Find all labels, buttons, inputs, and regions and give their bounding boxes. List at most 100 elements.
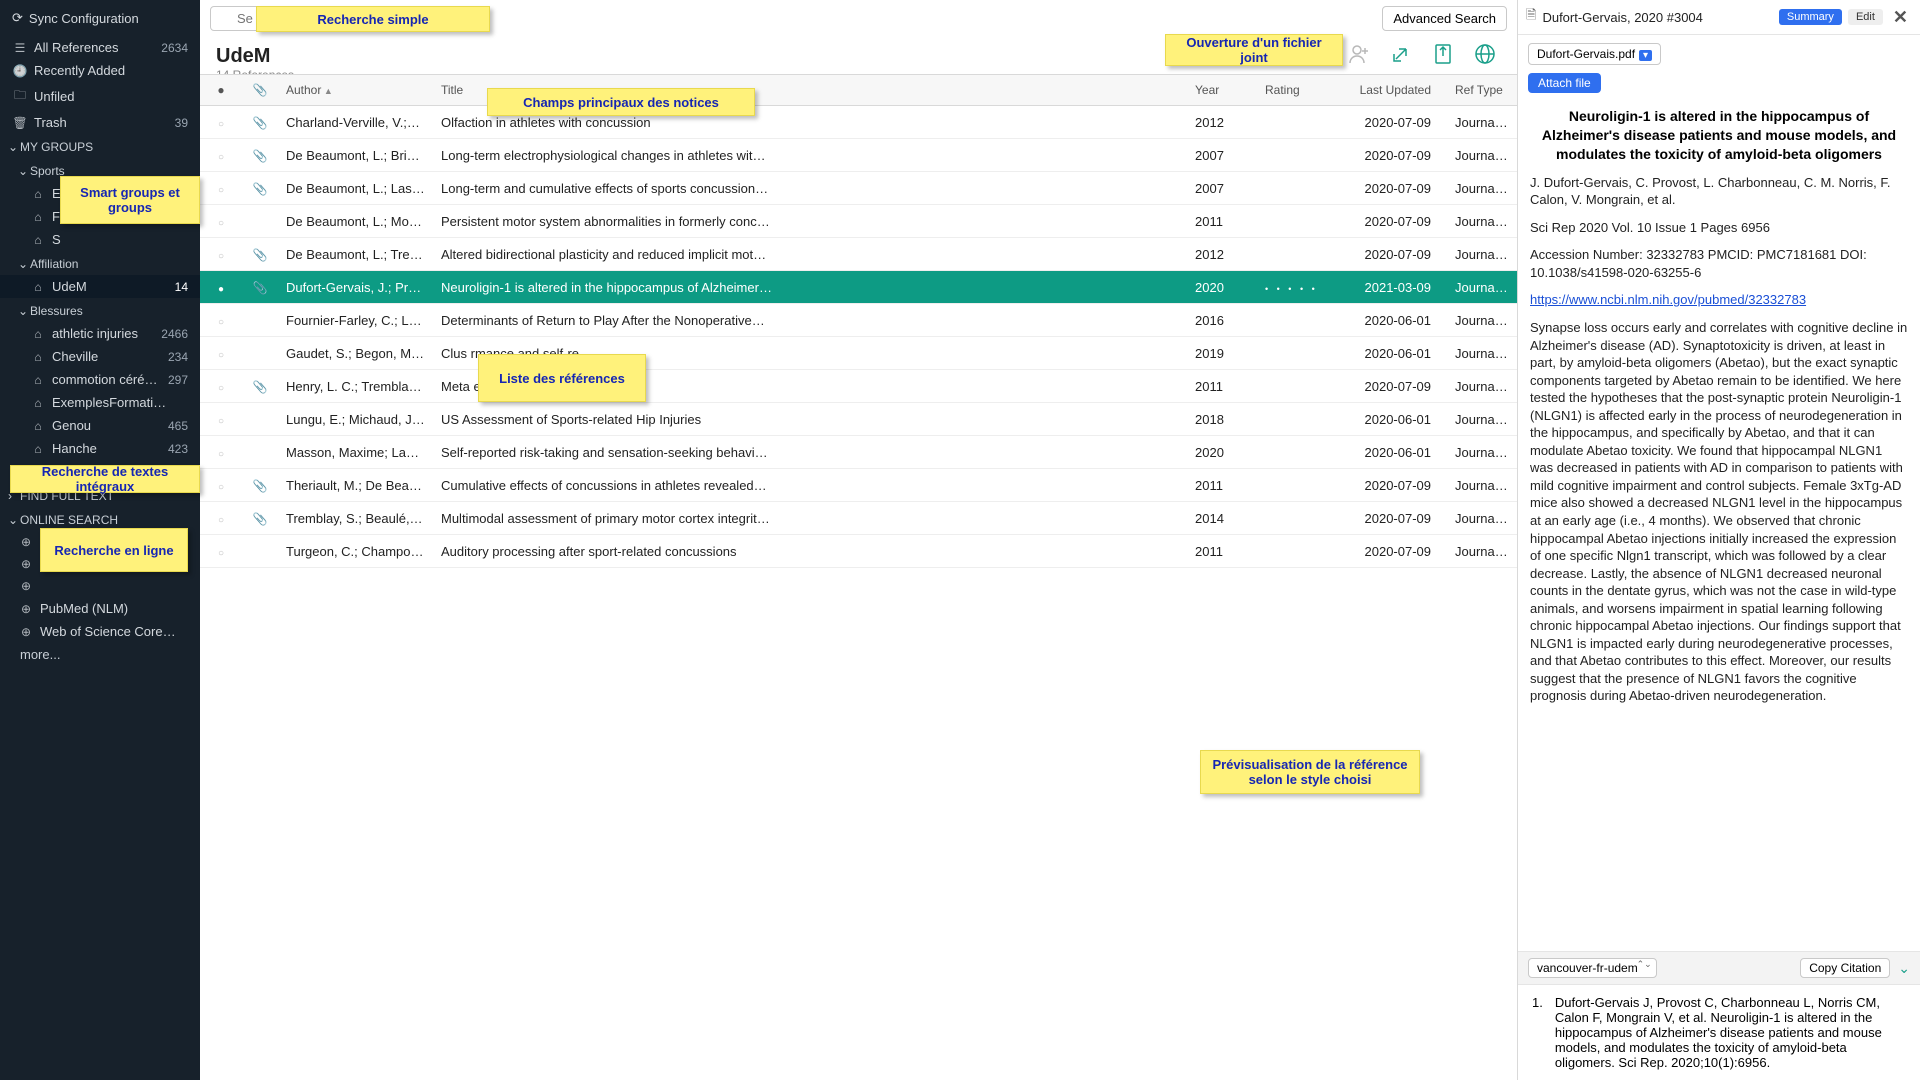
group-icon: ⌂ [30,327,46,341]
table-row[interactable]: Masson, Maxime; Lam…Self-reported risk-t… [200,436,1517,469]
table-row[interactable]: 📎De Beaumont, L.; Bris…Long-term electro… [200,139,1517,172]
all-references-label: All References [34,40,161,55]
table-row[interactable]: Gaudet, S.; Begon, M.;…Clus rmance and s… [200,337,1517,370]
blessures-item[interactable]: ⌂Hanche423 [0,437,200,460]
blessures-item[interactable]: ⌂Genou465 [0,414,200,437]
row-type: Journal A [1447,536,1517,567]
group-icon: ⌂ [30,373,46,387]
sports-child-3[interactable]: ⌂S [0,228,200,251]
row-rating [1257,510,1337,526]
row-updated: 2020-06-01 [1337,404,1447,435]
col-year[interactable]: Year [1187,75,1257,105]
unfiled[interactable]: 🗀Unfiled [0,82,200,111]
col-status[interactable]: ● [200,75,242,105]
row-year: 2011 [1187,371,1257,402]
callout-preview: Prévisualisation de la référence selon l… [1200,750,1420,794]
table-row[interactable]: 📎De Beaumont, L.; Lass…Long-term and cum… [200,172,1517,205]
item-count: 423 [168,442,188,456]
citation-style-dropdown[interactable]: vancouver-fr-udem [1528,958,1657,978]
col-type[interactable]: Ref Type [1447,75,1517,105]
blessures-group[interactable]: ⌄Blessures [0,298,200,322]
row-author: De Beaumont, L.; Bris… [278,140,433,171]
row-status [200,371,242,402]
row-updated: 2020-07-09 [1337,107,1447,138]
online-wos[interactable]: ⊕Web of Science Core… [0,620,200,643]
row-attachment [242,213,278,229]
online-pubmed[interactable]: ⊕PubMed (NLM) [0,597,200,620]
pdf-dropdown-icon[interactable]: ▾ [1639,50,1652,61]
table-row[interactable]: De Beaumont, L.; Mon…Persistent motor sy… [200,205,1517,238]
blessures-label: Blessures [30,304,83,318]
export-icon[interactable] [1429,40,1457,68]
citation-text: Dufort-Gervais J, Provost C, Charbonneau… [1555,995,1906,1070]
row-attachment: 📎 [242,140,278,171]
row-updated: 2020-07-09 [1337,371,1447,402]
blessures-item[interactable]: ⌂commotion céré…297 [0,368,200,391]
pdf-attachment[interactable]: Dufort-Gervais.pdf ▾ [1528,43,1661,65]
col-updated[interactable]: Last Updated [1337,75,1447,105]
edit-tab[interactable]: Edit [1848,9,1883,25]
table-row[interactable]: 📎Tremblay, S.; Beaulé,…Multimodal assess… [200,502,1517,535]
col-rating[interactable]: Rating [1257,75,1337,105]
table-row[interactable]: 📎Henry, L. C.; Tremblay,…Meta erican foo… [200,370,1517,403]
attachment-row: Dufort-Gervais.pdf ▾ [1518,35,1920,73]
row-status [200,503,242,534]
row-author: Theriault, M.; De Beau… [278,470,433,501]
table-row[interactable]: Turgeon, C.; Champo…Auditory processing … [200,535,1517,568]
blessures-item[interactable]: ⌂Cheville234 [0,345,200,368]
detail-url[interactable]: https://www.ncbi.nlm.nih.gov/pubmed/3233… [1530,292,1806,307]
row-title: Auditory processing after sport-related … [433,536,1187,567]
trash-count: 39 [175,116,188,130]
web-icon[interactable] [1471,40,1499,68]
row-year: 2012 [1187,107,1257,138]
table-row[interactable]: 📎Theriault, M.; De Beau…Cumulative effec… [200,469,1517,502]
table-row[interactable]: Fournier-Farley, C.; La…Determinants of … [200,304,1517,337]
col-attachment[interactable]: 📎 [242,75,278,105]
share-icon[interactable] [1387,40,1415,68]
row-type: Journal A [1447,503,1517,534]
item-label: athletic injuries [52,326,161,341]
detail-panel: 🗎 Dufort-Gervais, 2020 #3004 Summary Edi… [1518,0,1920,1080]
row-rating [1257,345,1337,361]
table-row[interactable]: 📎De Beaumont, L.; Tre…Altered bidirectio… [200,238,1517,271]
my-groups-section[interactable]: ⌄MY GROUPS [0,134,200,158]
summary-tab[interactable]: Summary [1779,9,1842,25]
table-row[interactable]: 📎Charland-Verville, V.;…Olfaction in ath… [200,106,1517,139]
globe-icon: ⊕ [18,602,34,616]
online-item-hidden-3[interactable]: ⊕ [0,575,200,597]
callout-search: Recherche simple [256,6,490,32]
sync-config[interactable]: ⟳Sync Configuration [0,0,200,36]
affiliation-group[interactable]: ⌄Affiliation [0,251,200,275]
advanced-search-button[interactable]: Advanced Search [1382,6,1507,31]
detail-body: Neuroligin-1 is altered in the hippocamp… [1518,101,1920,951]
pdf-filename: Dufort-Gervais.pdf [1537,47,1635,61]
table-row[interactable]: 📎Dufort-Gervais, J.; Pro…Neuroligin-1 is… [200,271,1517,304]
udem-label: UdeM [52,279,175,294]
row-year: 2011 [1187,206,1257,237]
expand-icon[interactable]: ⌄ [1898,960,1910,977]
my-groups-label: MY GROUPS [20,140,93,154]
references-table: ● 📎 Author Title Year Rating Last Update… [200,74,1517,1080]
row-status [200,305,242,336]
attach-file-button[interactable]: Attach file [1528,73,1601,93]
row-rating [1257,213,1337,229]
all-references[interactable]: ☰All References2634 [0,36,200,59]
row-updated: 2020-07-09 [1337,173,1447,204]
row-author: De Beaumont, L.; Mon… [278,206,433,237]
close-icon[interactable]: ✕ [1889,7,1912,28]
trash[interactable]: 🗑Trash39 [0,111,200,134]
row-author: Dufort-Gervais, J.; Pro… [278,272,433,303]
online-more[interactable]: more... [0,643,200,666]
blessures-item[interactable]: ⌂ExemplesFormati… [0,391,200,414]
copy-citation-button[interactable]: Copy Citation [1800,958,1890,978]
udem-group[interactable]: ⌂UdeM14 [0,275,200,298]
recently-added[interactable]: 🕘Recently Added [0,59,200,82]
table-row[interactable]: Lungu, E.; Michaud, J.…US Assessment of … [200,403,1517,436]
add-user-icon[interactable] [1345,40,1373,68]
item-count: 234 [168,350,188,364]
group-icon: ⌂ [30,396,46,410]
row-type: Journal A [1447,437,1517,468]
col-author[interactable]: Author [278,75,433,105]
row-status [200,338,242,369]
blessures-item[interactable]: ⌂athletic injuries2466 [0,322,200,345]
